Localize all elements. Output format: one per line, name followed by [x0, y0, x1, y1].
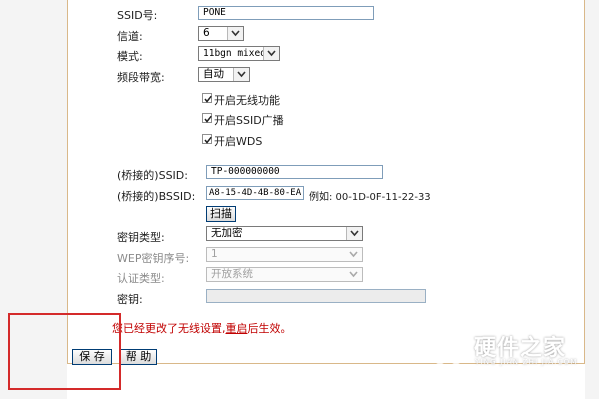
watermark-logo-icon: [430, 330, 466, 370]
bandwidth-select[interactable]: 自动: [198, 67, 250, 82]
auth-type-label: 认证类型:: [117, 272, 165, 285]
bridged-bssid-input[interactable]: A8-15-4D-4B-80-EA: [206, 186, 304, 200]
enable-ssid-broadcast-checkbox[interactable]: [202, 113, 212, 123]
bandwidth-select-value: 自动: [203, 68, 224, 80]
scan-button[interactable]: 扫描: [206, 206, 236, 222]
mode-select-value: 11bgn mixed: [203, 48, 266, 59]
chevron-down-icon: [346, 268, 362, 281]
key-input[interactable]: [206, 289, 426, 303]
chevron-down-icon: [346, 248, 362, 261]
help-button[interactable]: 帮 助: [120, 349, 157, 365]
enable-ssid-broadcast-label: 开启SSID广播: [214, 114, 284, 127]
bridged-ssid-input[interactable]: TP-000000000: [206, 165, 383, 179]
ssid-input[interactable]: PONE: [198, 6, 374, 20]
bridged-ssid-label: (桥接的)SSID:: [117, 169, 188, 182]
restart-notice-text: 您已经更改了无线设置,: [112, 322, 226, 335]
auth-type-select[interactable]: 开放系统: [206, 267, 363, 282]
enable-wireless-label: 开启无线功能: [214, 94, 280, 107]
restart-link[interactable]: 重启: [226, 322, 248, 335]
enable-wds-label: 开启WDS: [214, 135, 263, 148]
channel-select-value: 6: [203, 27, 210, 39]
wep-key-index-select[interactable]: 1: [206, 247, 363, 262]
chevron-down-icon: [346, 227, 362, 240]
restart-notice-suffix: 后生效。: [247, 322, 292, 335]
ssid-label: SSID号:: [117, 9, 158, 22]
wep-key-index-label: WEP密钥序号:: [117, 252, 190, 265]
bandwidth-label: 频段带宽:: [117, 71, 165, 84]
enable-wireless-checkbox[interactable]: [202, 93, 212, 103]
bssid-example-hint: 例如: 00-1D-0F-11-22-33: [309, 192, 431, 203]
watermark-subtitle: YING JIAN ZHI JIA.COM: [475, 358, 578, 366]
bridged-bssid-label: (桥接的)BSSID:: [117, 190, 196, 203]
key-type-select-value: 无加密: [211, 227, 243, 239]
chevron-down-icon: [263, 47, 279, 60]
highlight-annotation-box: [8, 313, 121, 390]
wep-key-index-value: 1: [211, 248, 218, 260]
auth-type-select-value: 开放系统: [211, 268, 253, 280]
chevron-down-icon: [227, 27, 243, 40]
key-label: 密钥:: [117, 293, 143, 306]
mode-select[interactable]: 11bgn mixed: [198, 46, 280, 61]
key-type-label: 密钥类型:: [117, 231, 165, 244]
mode-label: 模式:: [117, 50, 143, 63]
channel-label: 信道:: [117, 30, 143, 43]
channel-select[interactable]: 6: [198, 26, 244, 41]
enable-wds-checkbox[interactable]: [202, 134, 212, 144]
chevron-down-icon: [233, 68, 249, 81]
key-type-select[interactable]: 无加密: [206, 226, 363, 241]
watermark: 硬件之家 YING JIAN ZHI JIA.COM: [428, 328, 588, 373]
restart-notice: 您已经更改了无线设置,重启后生效。: [112, 320, 292, 336]
